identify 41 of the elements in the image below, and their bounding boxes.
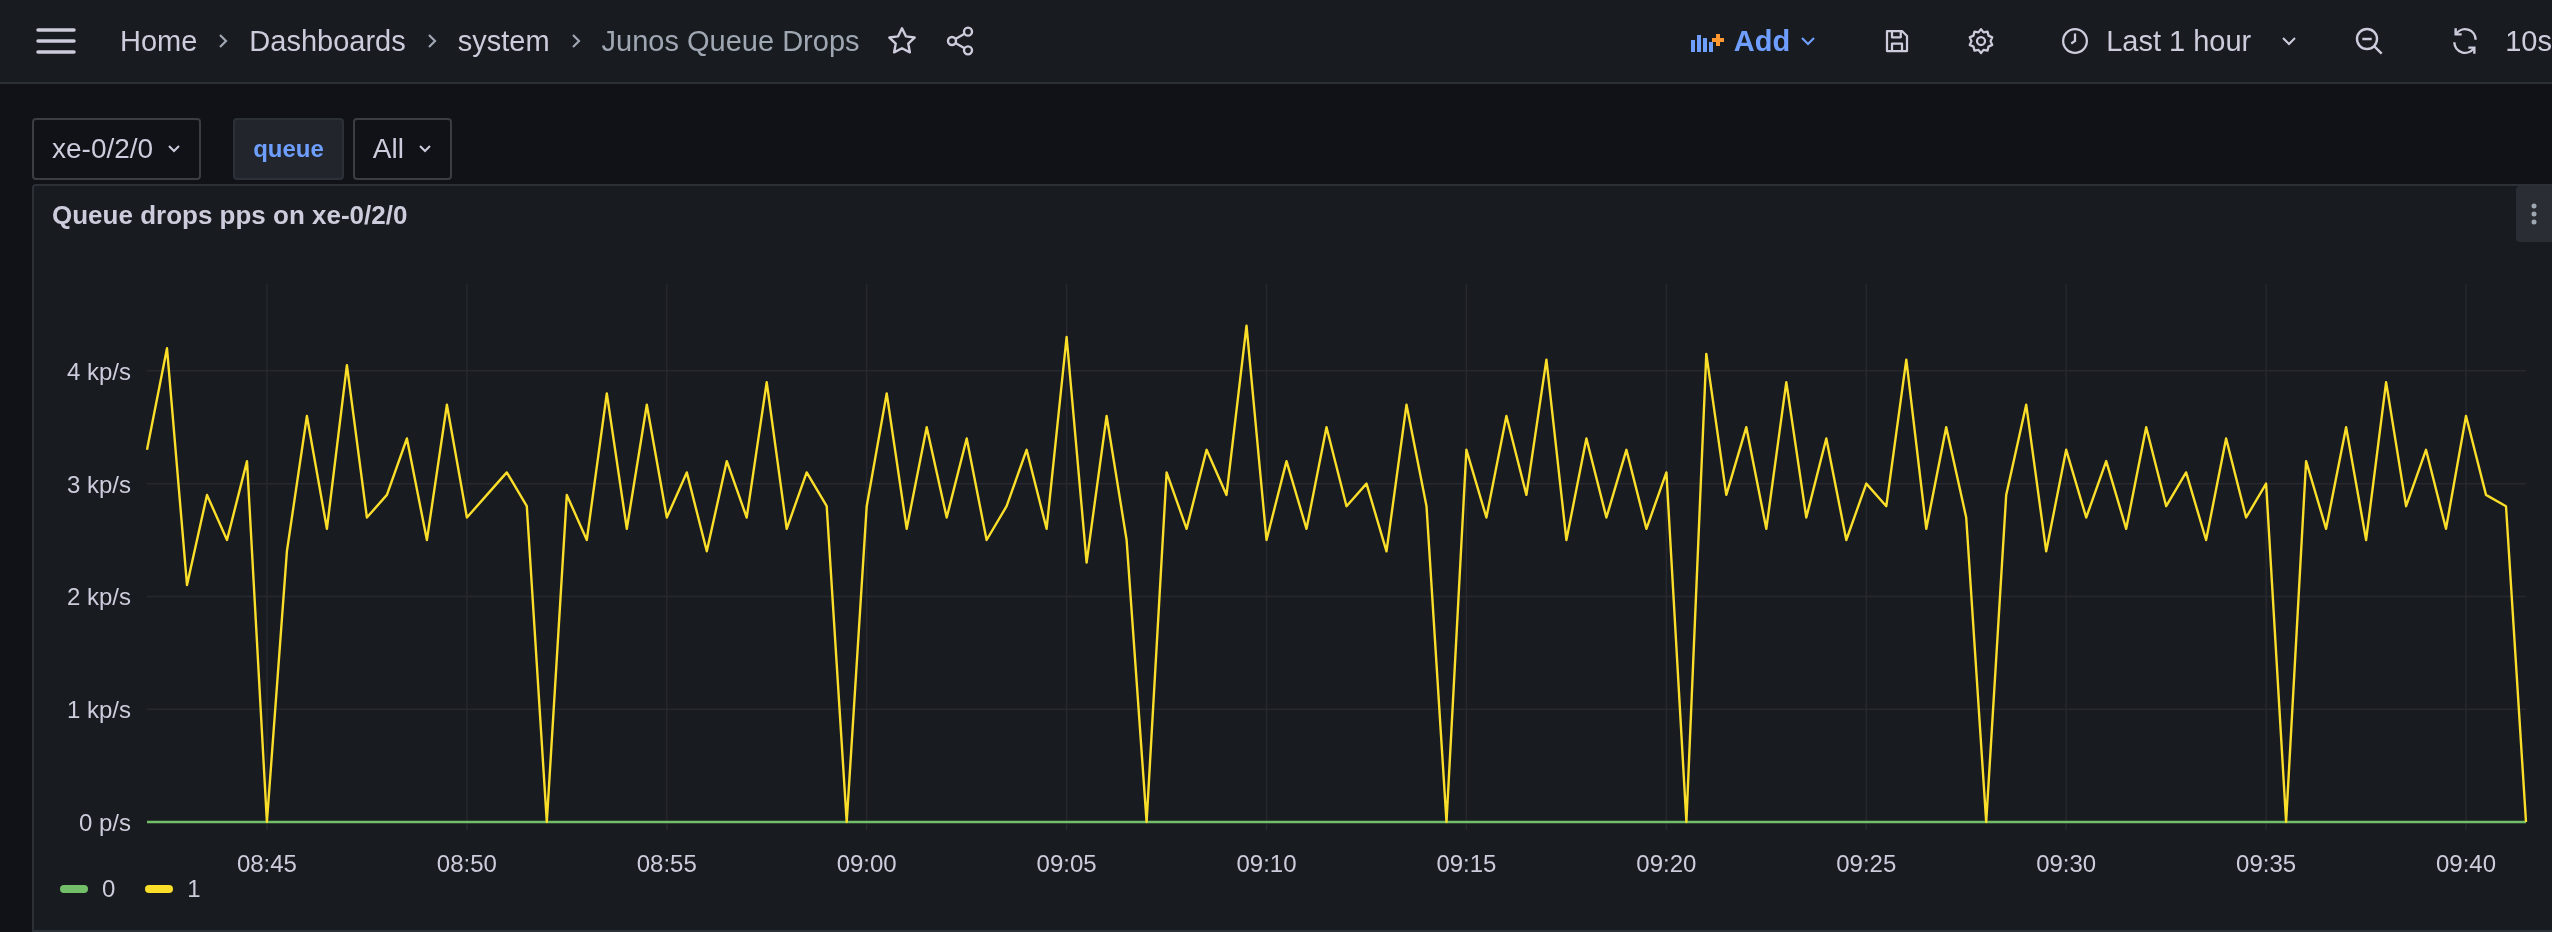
y-axis-label: 3 kp/s (66, 470, 131, 498)
breadcrumb-link[interactable]: Home (120, 24, 198, 58)
refresh-button[interactable]: 10s (2449, 24, 2552, 58)
chevron-down-icon (1800, 35, 1817, 47)
breadcrumb-link[interactable]: system (457, 24, 550, 58)
add-button[interactable]: Add (1689, 24, 1817, 58)
x-axis-label: 08:50 (436, 850, 497, 874)
x-axis-label: 09:25 (1836, 850, 1897, 874)
more-vertical-icon (2531, 203, 2537, 225)
chevron-right-icon (569, 32, 582, 50)
x-axis-label: 09:15 (1436, 850, 1497, 874)
x-axis-label: 08:45 (236, 850, 297, 874)
x-axis-label: 09:40 (2436, 850, 2497, 874)
y-axis-label: 0 p/s (78, 809, 131, 836)
menu-icon[interactable] (36, 26, 76, 56)
chevron-right-icon (217, 32, 230, 50)
breadcrumb-link[interactable]: Dashboards (249, 24, 406, 58)
variable-label: queue (233, 118, 344, 180)
x-axis-label: 08:55 (636, 850, 697, 874)
time-range-picker[interactable]: Last 1 hour (2060, 24, 2298, 58)
y-axis-label: 4 kp/s (66, 357, 131, 385)
chevron-down-icon (2281, 35, 2298, 47)
chevron-right-icon (425, 32, 438, 50)
x-axis-label: 09:30 (2036, 850, 2097, 874)
legend-label[interactable]: 1 (187, 875, 201, 903)
y-axis-label: 1 kp/s (66, 696, 131, 724)
chevron-down-icon (418, 144, 432, 154)
panel-title: Queue drops pps on xe-0/2/0 (51, 199, 408, 231)
x-axis-label: 09:00 (836, 850, 897, 874)
x-axis-label: 09:10 (1236, 850, 1297, 874)
x-axis-label: 09:05 (1036, 850, 1097, 874)
x-axis-label: 09:20 (1636, 850, 1697, 874)
breadcrumb-current[interactable]: Junos Queue Drops (601, 24, 860, 58)
variable-dropdown[interactable]: xe-0/2/0 (32, 118, 202, 180)
legend-label[interactable]: 0 (102, 875, 116, 903)
y-axis-label: 2 kp/s (66, 583, 131, 611)
panel-menu-button[interactable] (2516, 186, 2552, 242)
variable-dropdown[interactable]: All (352, 118, 452, 180)
x-axis-label: 09:35 (2236, 850, 2297, 874)
clock-icon (2060, 26, 2091, 56)
chevron-down-icon (167, 144, 182, 154)
